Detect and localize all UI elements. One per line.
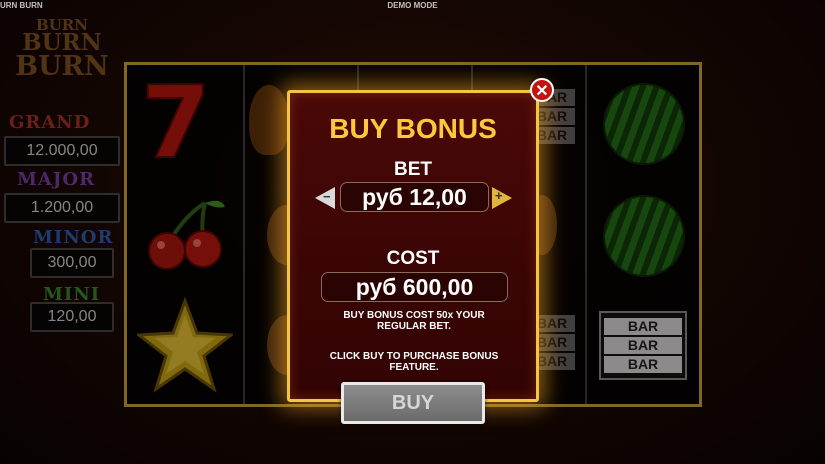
cost-info-text: BUY BONUS COST 50x YOUR REGULAR BET. (343, 310, 485, 332)
plus-icon: + (495, 188, 503, 203)
cost-label: COST (386, 248, 440, 269)
cost-value: руб 600,00 (321, 272, 508, 302)
bet-value: руб 12,00 (340, 182, 489, 212)
close-button[interactable]: ✕ (530, 78, 554, 102)
purchase-info-text: CLICK BUY TO PURCHASE BONUS FEATURE. (329, 351, 499, 373)
buy-button[interactable]: BUY (341, 382, 485, 424)
dialog-title: BUY BONUS (329, 113, 497, 144)
close-icon: ✕ (535, 83, 549, 100)
minus-icon: − (323, 189, 331, 204)
bet-label: BET (394, 159, 432, 180)
buy-bonus-dialog: BUY BONUS BET − руб 12,00 + COST руб 600… (287, 90, 539, 402)
